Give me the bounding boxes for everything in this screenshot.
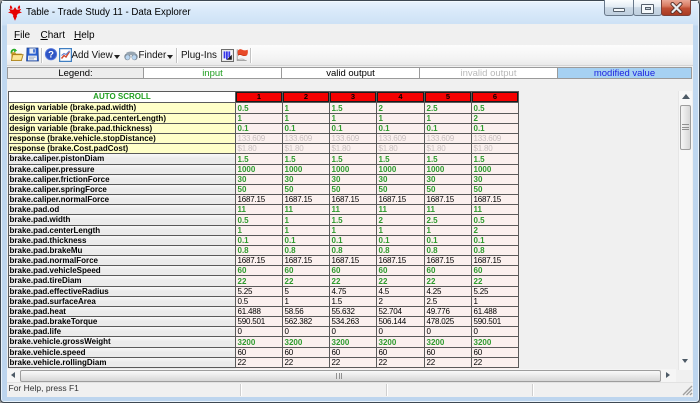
svg-text:?: ? <box>48 49 54 60</box>
